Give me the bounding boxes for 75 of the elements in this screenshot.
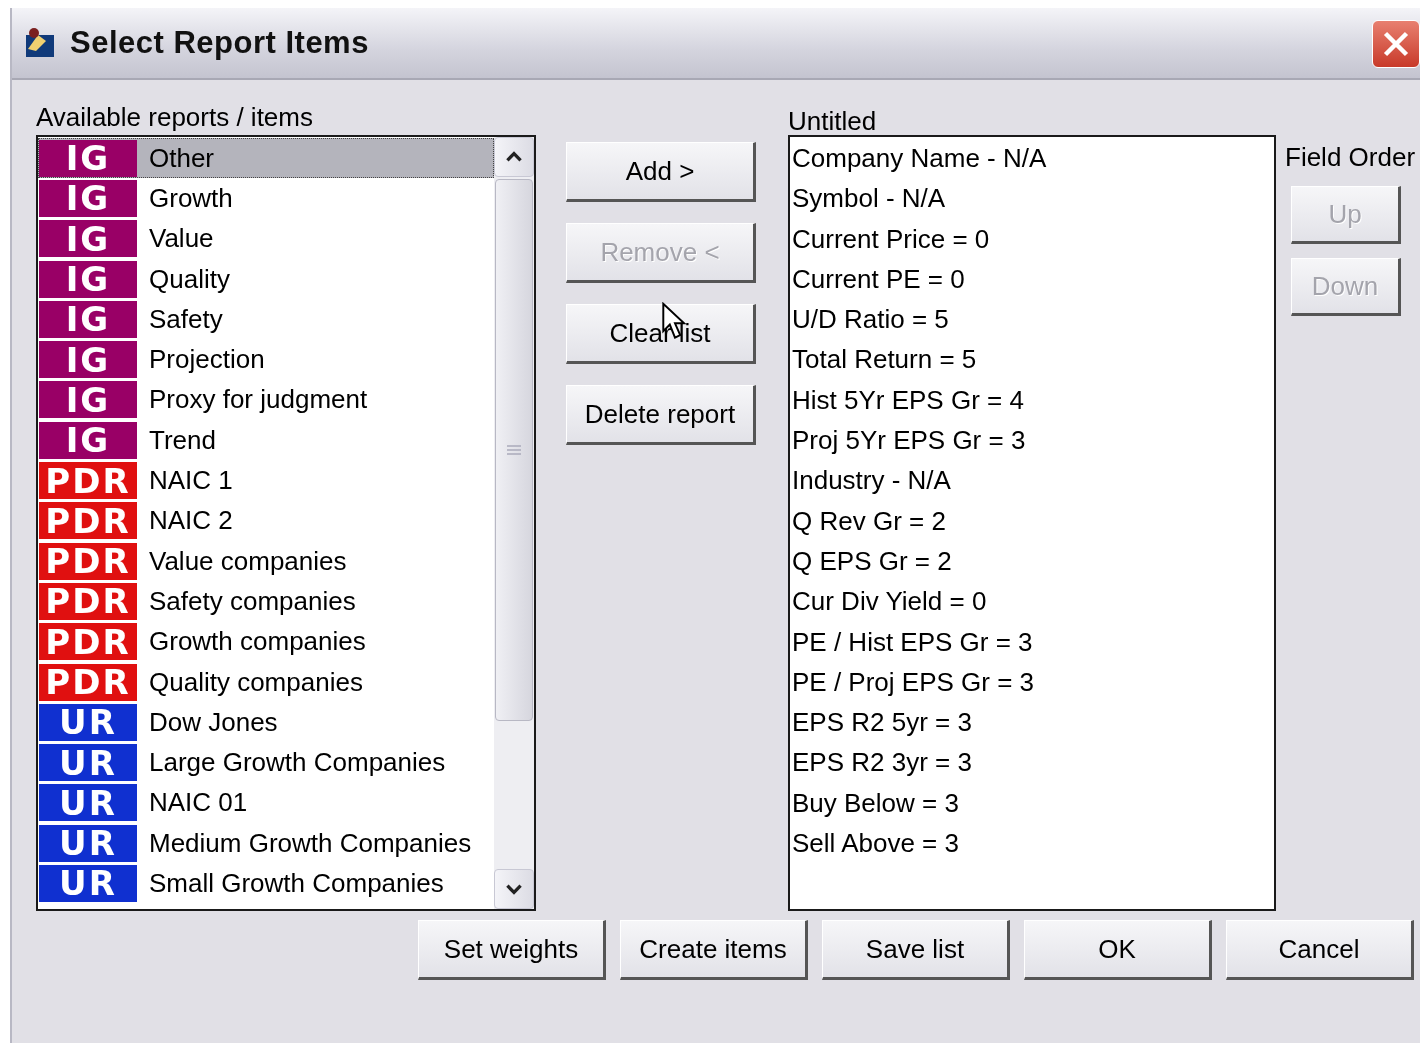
report-badge: IG <box>39 139 137 177</box>
report-item[interactable]: UR Large Growth Companies <box>38 742 494 783</box>
close-button[interactable] <box>1372 20 1420 68</box>
dialog-button[interactable]: Cancel <box>1226 920 1414 980</box>
report-item[interactable]: UR Dow Jones <box>38 702 494 743</box>
report-badge: IG <box>39 260 137 298</box>
report-item[interactable]: UR Medium Growth Companies <box>38 823 494 864</box>
field-order-label: Field Order <box>1285 142 1416 172</box>
report-item[interactable]: PDR Growth companies <box>38 621 494 662</box>
scroll-down-button[interactable] <box>494 869 534 909</box>
report-badge: IG <box>39 341 137 379</box>
report-item[interactable]: PDR NAIC 1 <box>38 460 494 501</box>
report-badge: UR <box>39 703 137 741</box>
list-item[interactable]: Hist 5Yr EPS Gr = 4 <box>790 379 1274 421</box>
list-item[interactable]: Q Rev Gr = 2 <box>790 500 1274 541</box>
report-item[interactable]: PDR Quality companies <box>38 661 494 703</box>
list-item[interactable]: U/D Ratio = 5 <box>790 299 1274 340</box>
action-button[interactable]: Delete report <box>566 385 756 445</box>
report-badge: PDR <box>39 623 137 661</box>
scroll-up-button[interactable] <box>494 137 534 177</box>
window-title: Select Report Items <box>70 25 369 61</box>
report-badge: IG <box>39 421 137 459</box>
dialog-button[interactable]: Create items <box>620 920 808 980</box>
report-item[interactable]: PDR NAIC 2 <box>38 500 494 541</box>
report-item[interactable]: IG Projection <box>38 339 494 380</box>
scrollbar[interactable] <box>494 137 534 909</box>
report-badge: PDR <box>39 582 137 620</box>
report-badge: IG <box>39 300 137 338</box>
report-badge: UR <box>39 865 137 902</box>
report-badge: UR <box>39 784 137 822</box>
list-item[interactable]: Total Return = 5 <box>790 339 1274 380</box>
report-badge: UR <box>39 744 137 782</box>
list-item[interactable]: Cur Div Yield = 0 <box>790 581 1274 622</box>
list-item[interactable]: Symbol - N/A <box>790 178 1274 219</box>
report-item[interactable]: IG Quality <box>38 258 494 300</box>
action-button[interactable]: Add > <box>566 142 756 202</box>
list-item[interactable]: Q EPS Gr = 2 <box>790 540 1274 582</box>
report-badge: IG <box>39 381 137 419</box>
report-item[interactable]: PDR Safety companies <box>38 581 494 622</box>
dialog-button[interactable]: OK <box>1024 920 1212 980</box>
list-item[interactable]: EPS R2 3yr = 3 <box>790 742 1274 783</box>
report-item[interactable]: IG Value <box>38 218 494 259</box>
list-label: Available reports / items <box>36 101 314 134</box>
close-icon <box>1381 29 1411 59</box>
list-item[interactable]: Current Price = 0 <box>790 218 1274 259</box>
dialog-button[interactable]: Save list <box>822 920 1010 980</box>
report-item[interactable]: IG Proxy for judgment <box>38 379 494 421</box>
report-badge: IG <box>39 179 137 217</box>
dialog-button[interactable]: Set weights <box>418 920 606 980</box>
list-item[interactable]: PE / Hist EPS Gr = 3 <box>790 621 1274 662</box>
report-badge: PDR <box>39 542 137 580</box>
action-button[interactable]: Clear list <box>566 304 756 364</box>
list-label: Untitled <box>788 108 878 135</box>
report-badge: PDR <box>39 663 137 701</box>
report-item[interactable]: UR Small Growth Companies <box>38 863 494 904</box>
list-item[interactable]: Proj 5Yr EPS Gr = 3 <box>790 420 1274 461</box>
report-badge: PDR <box>39 502 137 540</box>
report-item[interactable]: UR NAIC 01 <box>38 782 494 824</box>
report-item[interactable]: IG Other <box>38 138 494 179</box>
report-item[interactable]: IG Growth <box>38 178 494 219</box>
list-item[interactable]: EPS R2 5yr = 3 <box>790 702 1274 743</box>
list-item[interactable]: Current PE = 0 <box>790 258 1274 300</box>
report-item[interactable]: PDR Value companies <box>38 540 494 582</box>
scroll-thumb[interactable] <box>495 179 533 721</box>
report-badge: IG <box>39 220 137 258</box>
report-badge: UR <box>39 824 137 862</box>
report-item[interactable]: IG Safety <box>38 299 494 340</box>
list-item[interactable]: Buy Below = 3 <box>790 782 1274 824</box>
app-icon <box>24 27 56 59</box>
list-item[interactable]: Industry - N/A <box>790 460 1274 501</box>
list-item[interactable]: Sell Above = 3 <box>790 823 1274 864</box>
list-item[interactable]: Company Name - N/A <box>790 138 1274 179</box>
list-item[interactable]: PE / Proj EPS Gr = 3 <box>790 661 1274 703</box>
report-item[interactable]: IG Trend <box>38 420 494 461</box>
report-badge: PDR <box>39 462 137 499</box>
